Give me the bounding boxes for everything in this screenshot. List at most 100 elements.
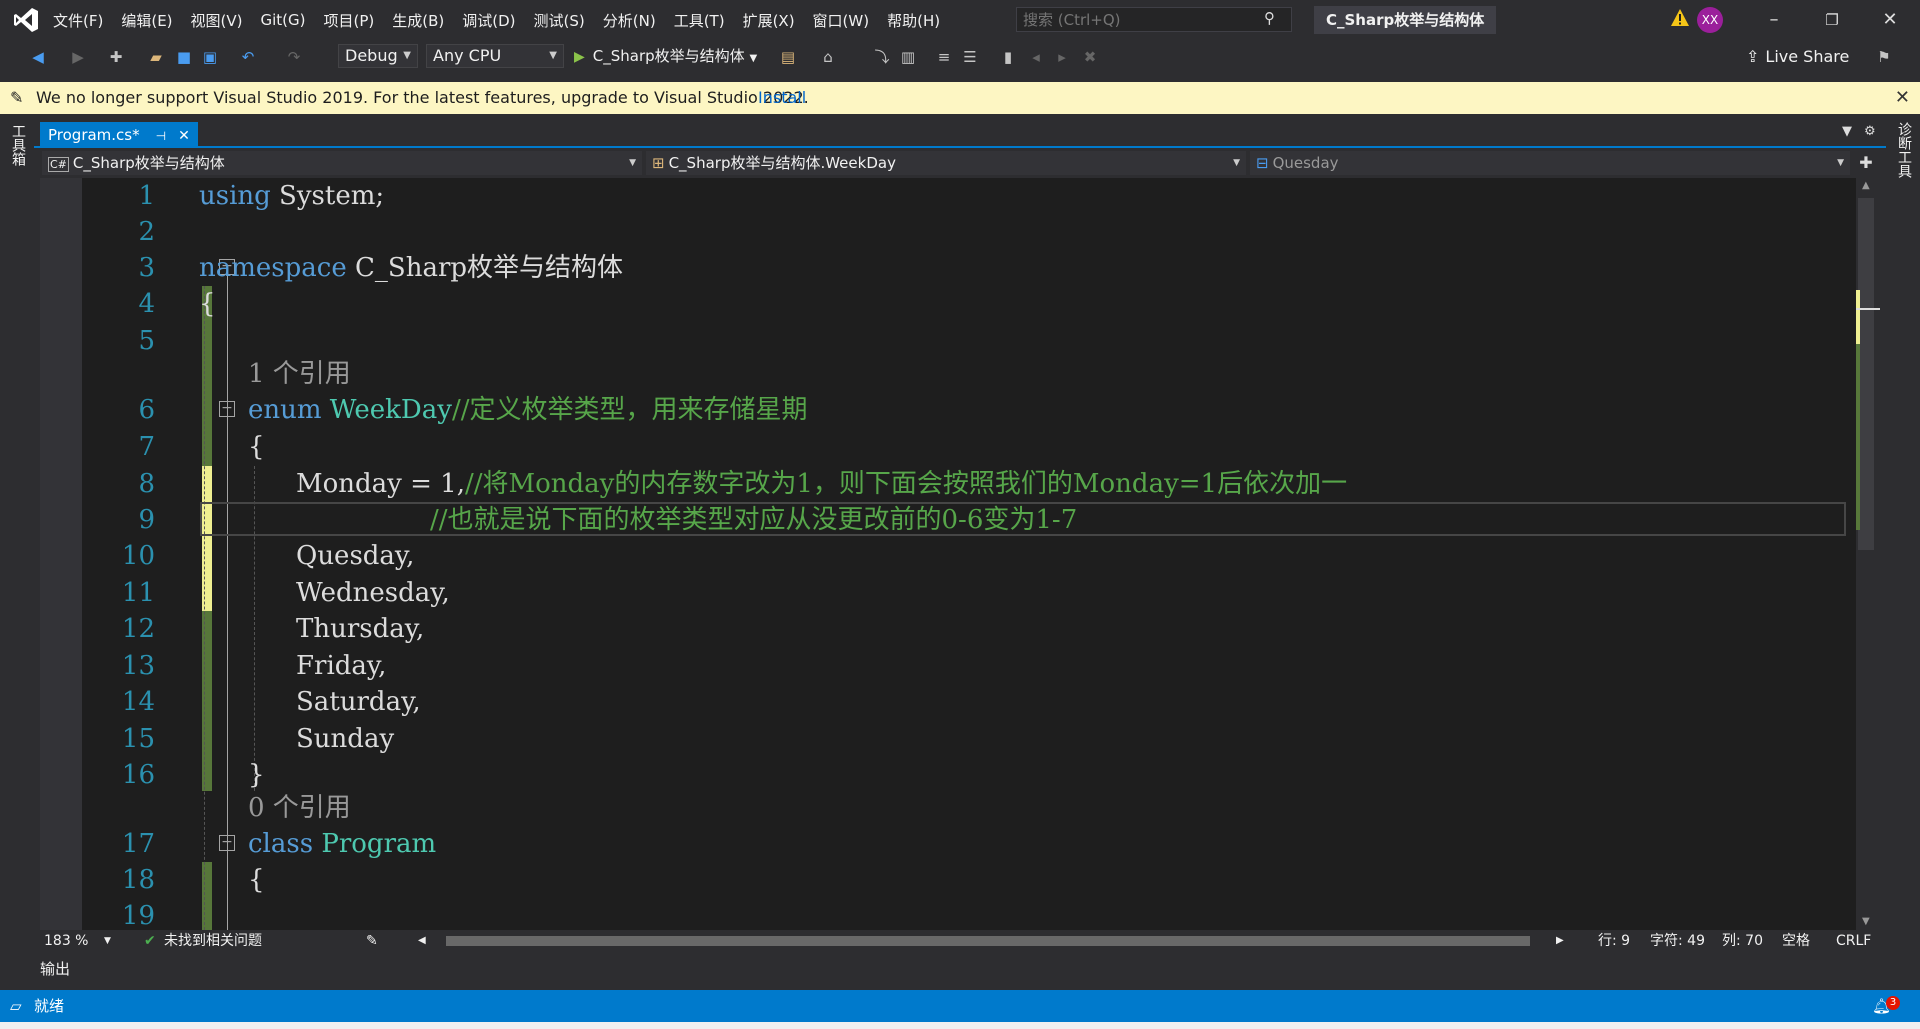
close-icon[interactable]: ✕: [178, 128, 190, 144]
codelens-references[interactable]: 1 个引用: [248, 356, 351, 392]
keyword: using: [199, 181, 271, 211]
vertical-scrollbar[interactable]: ▲ ▼: [1856, 178, 1886, 930]
code-cleanup-icon[interactable]: ✎: [366, 930, 378, 952]
feedback-icon[interactable]: ⚑: [1874, 47, 1894, 67]
forward-icon[interactable]: ▶: [68, 47, 88, 67]
new-project-icon[interactable]: ✚: [106, 47, 126, 67]
member-nav-select[interactable]: ⊟ Quesday ▼: [1250, 151, 1850, 175]
menu-test[interactable]: 测试(S): [527, 10, 596, 31]
chevron-down-icon: ▼: [749, 53, 758, 64]
close-icon[interactable]: ✕: [1878, 8, 1902, 32]
menu-build[interactable]: 生成(B): [385, 10, 455, 31]
chevron-down-icon: ▼: [549, 50, 557, 61]
platform-value: Any CPU: [433, 46, 502, 65]
chevron-down-icon: ▼: [403, 50, 411, 61]
visual-studio-logo-icon[interactable]: [12, 6, 40, 34]
code-line-8: Monday = 1,//将Monday的内存数字改为1，则下面会按照我们的Mo…: [296, 466, 1347, 502]
menu-help[interactable]: 帮助(H): [880, 10, 951, 31]
platform-select[interactable]: Any CPU ▼: [426, 44, 564, 68]
scrollbar-thumb[interactable]: [1858, 198, 1874, 550]
code-line-16: }: [248, 760, 265, 790]
menu-tools[interactable]: 工具(T): [667, 10, 736, 31]
prev-bookmark-icon[interactable]: ◂: [1026, 47, 1046, 67]
menu-project[interactable]: 项目(P): [317, 10, 386, 31]
diagnostic-tools-tab[interactable]: 诊断工具: [1894, 122, 1914, 178]
close-icon[interactable]: ✕: [1895, 82, 1910, 114]
save-all-icon[interactable]: ▣: [200, 47, 220, 67]
pin-icon[interactable]: ⊣: [156, 129, 166, 143]
chevron-down-icon[interactable]: ▼: [104, 930, 111, 952]
output-tab[interactable]: 输出: [40, 958, 70, 979]
menu-extensions[interactable]: 扩展(X): [736, 10, 806, 31]
whitespace-indicator[interactable]: 空格: [1782, 930, 1810, 952]
undo-icon[interactable]: ↶: [238, 47, 258, 67]
notification-count-badge: 3: [1886, 996, 1900, 1010]
document-tab-well: [34, 122, 1886, 148]
menu-file[interactable]: 文件(F): [46, 10, 114, 31]
infobar-message: We no longer support Visual Studio 2019.…: [36, 88, 809, 107]
browse-icon[interactable]: ▤: [778, 47, 798, 67]
scroll-down-icon[interactable]: ▼: [1862, 916, 1870, 927]
indicator-margin: [40, 178, 82, 930]
gear-icon[interactable]: ⚙: [1864, 124, 1876, 139]
member-nav-value: Quesday: [1272, 154, 1339, 172]
csharp-project-icon: C#: [48, 157, 69, 172]
home-icon[interactable]: ⌂: [818, 47, 838, 67]
char-indicator: 字符: 49: [1650, 933, 1705, 949]
type-nav-select[interactable]: ⊞ C_Sharp枚举与结构体.WeekDay ▼: [646, 151, 1246, 175]
restore-icon[interactable]: ❐: [1820, 8, 1844, 32]
menu-window[interactable]: 窗口(W): [806, 10, 881, 31]
code-text: Monday = 1,: [296, 469, 465, 499]
tab-label: Program.cs*: [48, 126, 140, 144]
next-bookmark-icon[interactable]: ▸: [1052, 47, 1072, 67]
scroll-left-icon[interactable]: ◀: [418, 930, 426, 952]
code-line-15: Sunday: [296, 724, 395, 754]
start-debug-label: C_Sharp枚举与结构体: [592, 47, 745, 65]
line-ending-indicator[interactable]: CRLF: [1836, 930, 1871, 952]
pen-icon: ✎: [10, 88, 24, 107]
step-icon[interactable]: ⤵: [872, 47, 892, 67]
back-icon[interactable]: ◀: [28, 47, 48, 67]
zoom-level[interactable]: 183 %: [44, 930, 88, 952]
code-editor[interactable]: 1 2 3 4 5 6 7 8 9 10 11 12 13 14 15 16 1…: [40, 178, 1856, 930]
scroll-right-icon[interactable]: ▶: [1556, 930, 1564, 952]
live-share-button[interactable]: ⇪ Live Share: [1746, 44, 1849, 70]
tab-dropdown-icon[interactable]: ▼: [1842, 124, 1852, 139]
horizontal-scrollbar-thumb[interactable]: [446, 936, 1530, 946]
toolbox-tab[interactable]: 工具箱: [8, 124, 28, 166]
menu-view[interactable]: 视图(V): [184, 10, 254, 31]
tab-program-cs[interactable]: Program.cs* ⊣ ✕: [40, 122, 198, 148]
layout-icon[interactable]: ▥: [898, 47, 918, 67]
open-folder-icon[interactable]: ▰: [146, 47, 166, 67]
config-select[interactable]: Debug ▼: [338, 44, 418, 68]
minimize-icon[interactable]: –: [1762, 8, 1786, 32]
bookmark-icon[interactable]: ▮: [998, 47, 1018, 67]
chevron-down-icon: ▼: [1233, 158, 1240, 168]
comment: //定义枚举类型，用来存储星期: [451, 395, 808, 425]
codelens-references[interactable]: 0 个引用: [248, 790, 351, 826]
issues-status[interactable]: 未找到相关问题: [164, 930, 262, 952]
redo-icon[interactable]: ↷: [284, 47, 304, 67]
menu-edit[interactable]: 编辑(E): [114, 10, 183, 31]
menu-analyze[interactable]: 分析(N): [596, 10, 667, 31]
menu-git[interactable]: Git(G): [254, 11, 317, 29]
type-name: Program: [321, 829, 437, 859]
split-editor-icon[interactable]: ✚: [1854, 151, 1878, 175]
warning-icon[interactable]: [1670, 8, 1690, 28]
comment-icon[interactable]: ☰: [960, 47, 980, 67]
install-link[interactable]: Install: [758, 82, 806, 114]
search-icon[interactable]: ⚲: [1264, 9, 1275, 27]
right-tool-strip: 诊断工具: [1886, 116, 1920, 990]
indent-icon[interactable]: ≡: [934, 47, 954, 67]
project-nav-select[interactable]: C# C_Sharp枚举与结构体 ▼: [42, 151, 642, 175]
avatar[interactable]: XX: [1697, 7, 1723, 33]
search-input[interactable]: [1017, 8, 1259, 31]
solution-title: C_Sharp枚举与结构体: [1314, 6, 1497, 34]
comment: //将Monday的内存数字改为1，则下面会按照我们的Monday=1后依次加一: [464, 469, 1348, 499]
start-debug-button[interactable]: ▶ C_Sharp枚举与结构体 ▼: [574, 44, 757, 68]
scroll-up-icon[interactable]: ▲: [1862, 180, 1870, 191]
status-bar: ▱ 就绪 🔔︎ 3: [0, 990, 1920, 1022]
clear-bookmarks-icon[interactable]: ✖: [1080, 47, 1100, 67]
save-icon[interactable]: ■: [174, 47, 194, 67]
menu-debug[interactable]: 调试(D): [455, 10, 526, 31]
